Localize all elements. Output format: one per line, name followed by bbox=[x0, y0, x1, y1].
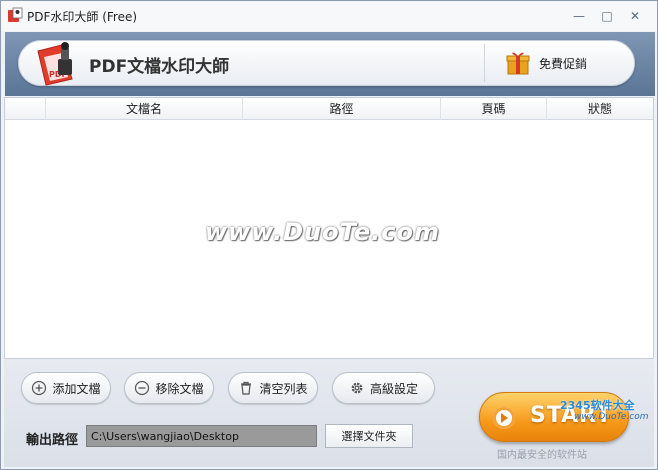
minimize-icon[interactable]: — bbox=[569, 7, 589, 25]
clear-list-button[interactable]: 清空列表 bbox=[228, 372, 318, 404]
site-badge: 2345软件大全 bbox=[560, 399, 635, 412]
advanced-settings-label: 高級設定 bbox=[369, 381, 418, 396]
app-logo-icon bbox=[8, 7, 23, 22]
choose-folder-button[interactable]: 選擇文件夾 bbox=[325, 424, 413, 448]
add-document-label: 添加文檔 bbox=[52, 381, 101, 396]
column-header-select[interactable] bbox=[5, 98, 45, 120]
column-header-filename[interactable]: 文檔名 bbox=[45, 98, 242, 120]
close-icon[interactable]: ✕ bbox=[625, 7, 645, 25]
brand-title: PDF文檔水印大師 bbox=[89, 57, 230, 77]
title-bar: PDF水印大師 (Free) — □ ✕ bbox=[1, 1, 657, 31]
column-header-path[interactable]: 路徑 bbox=[242, 98, 440, 120]
free-promo-link[interactable]: 免費促銷 bbox=[539, 55, 587, 72]
site-slogan: 国内最安全的软件站 bbox=[497, 450, 587, 461]
clear-list-label: 清空列表 bbox=[259, 381, 308, 396]
column-header-pages[interactable]: 頁碼 bbox=[440, 98, 546, 120]
plus-circle-icon bbox=[32, 380, 47, 396]
play-icon bbox=[493, 407, 515, 429]
gear-icon bbox=[351, 382, 363, 394]
window-title: PDF水印大師 (Free) bbox=[27, 10, 138, 24]
minus-circle-icon bbox=[135, 380, 150, 396]
advanced-settings-button[interactable]: 高級設定 bbox=[332, 372, 435, 404]
site-url: www.DuoTe.com bbox=[574, 412, 649, 422]
file-table[interactable]: 文檔名 路徑 頁碼 狀態 www.DuoTe.com bbox=[4, 97, 654, 359]
output-path-field[interactable] bbox=[86, 425, 317, 447]
add-document-button[interactable]: 添加文檔 bbox=[21, 372, 111, 404]
maximize-icon[interactable]: □ bbox=[597, 7, 617, 25]
remove-document-button[interactable]: 移除文檔 bbox=[124, 372, 214, 404]
remove-document-label: 移除文檔 bbox=[155, 381, 204, 396]
table-header: 文檔名 路徑 頁碼 狀態 bbox=[5, 98, 653, 120]
gift-icon[interactable] bbox=[506, 49, 530, 75]
pill-divider bbox=[484, 44, 485, 82]
column-header-status[interactable]: 狀態 bbox=[546, 98, 653, 120]
pdf-stamp-logo-icon: PDF bbox=[37, 42, 73, 86]
output-path-label: 輸出路徑 bbox=[26, 433, 79, 448]
trash-icon bbox=[241, 381, 252, 395]
site-watermark: www.DuoTe.com bbox=[205, 218, 440, 246]
